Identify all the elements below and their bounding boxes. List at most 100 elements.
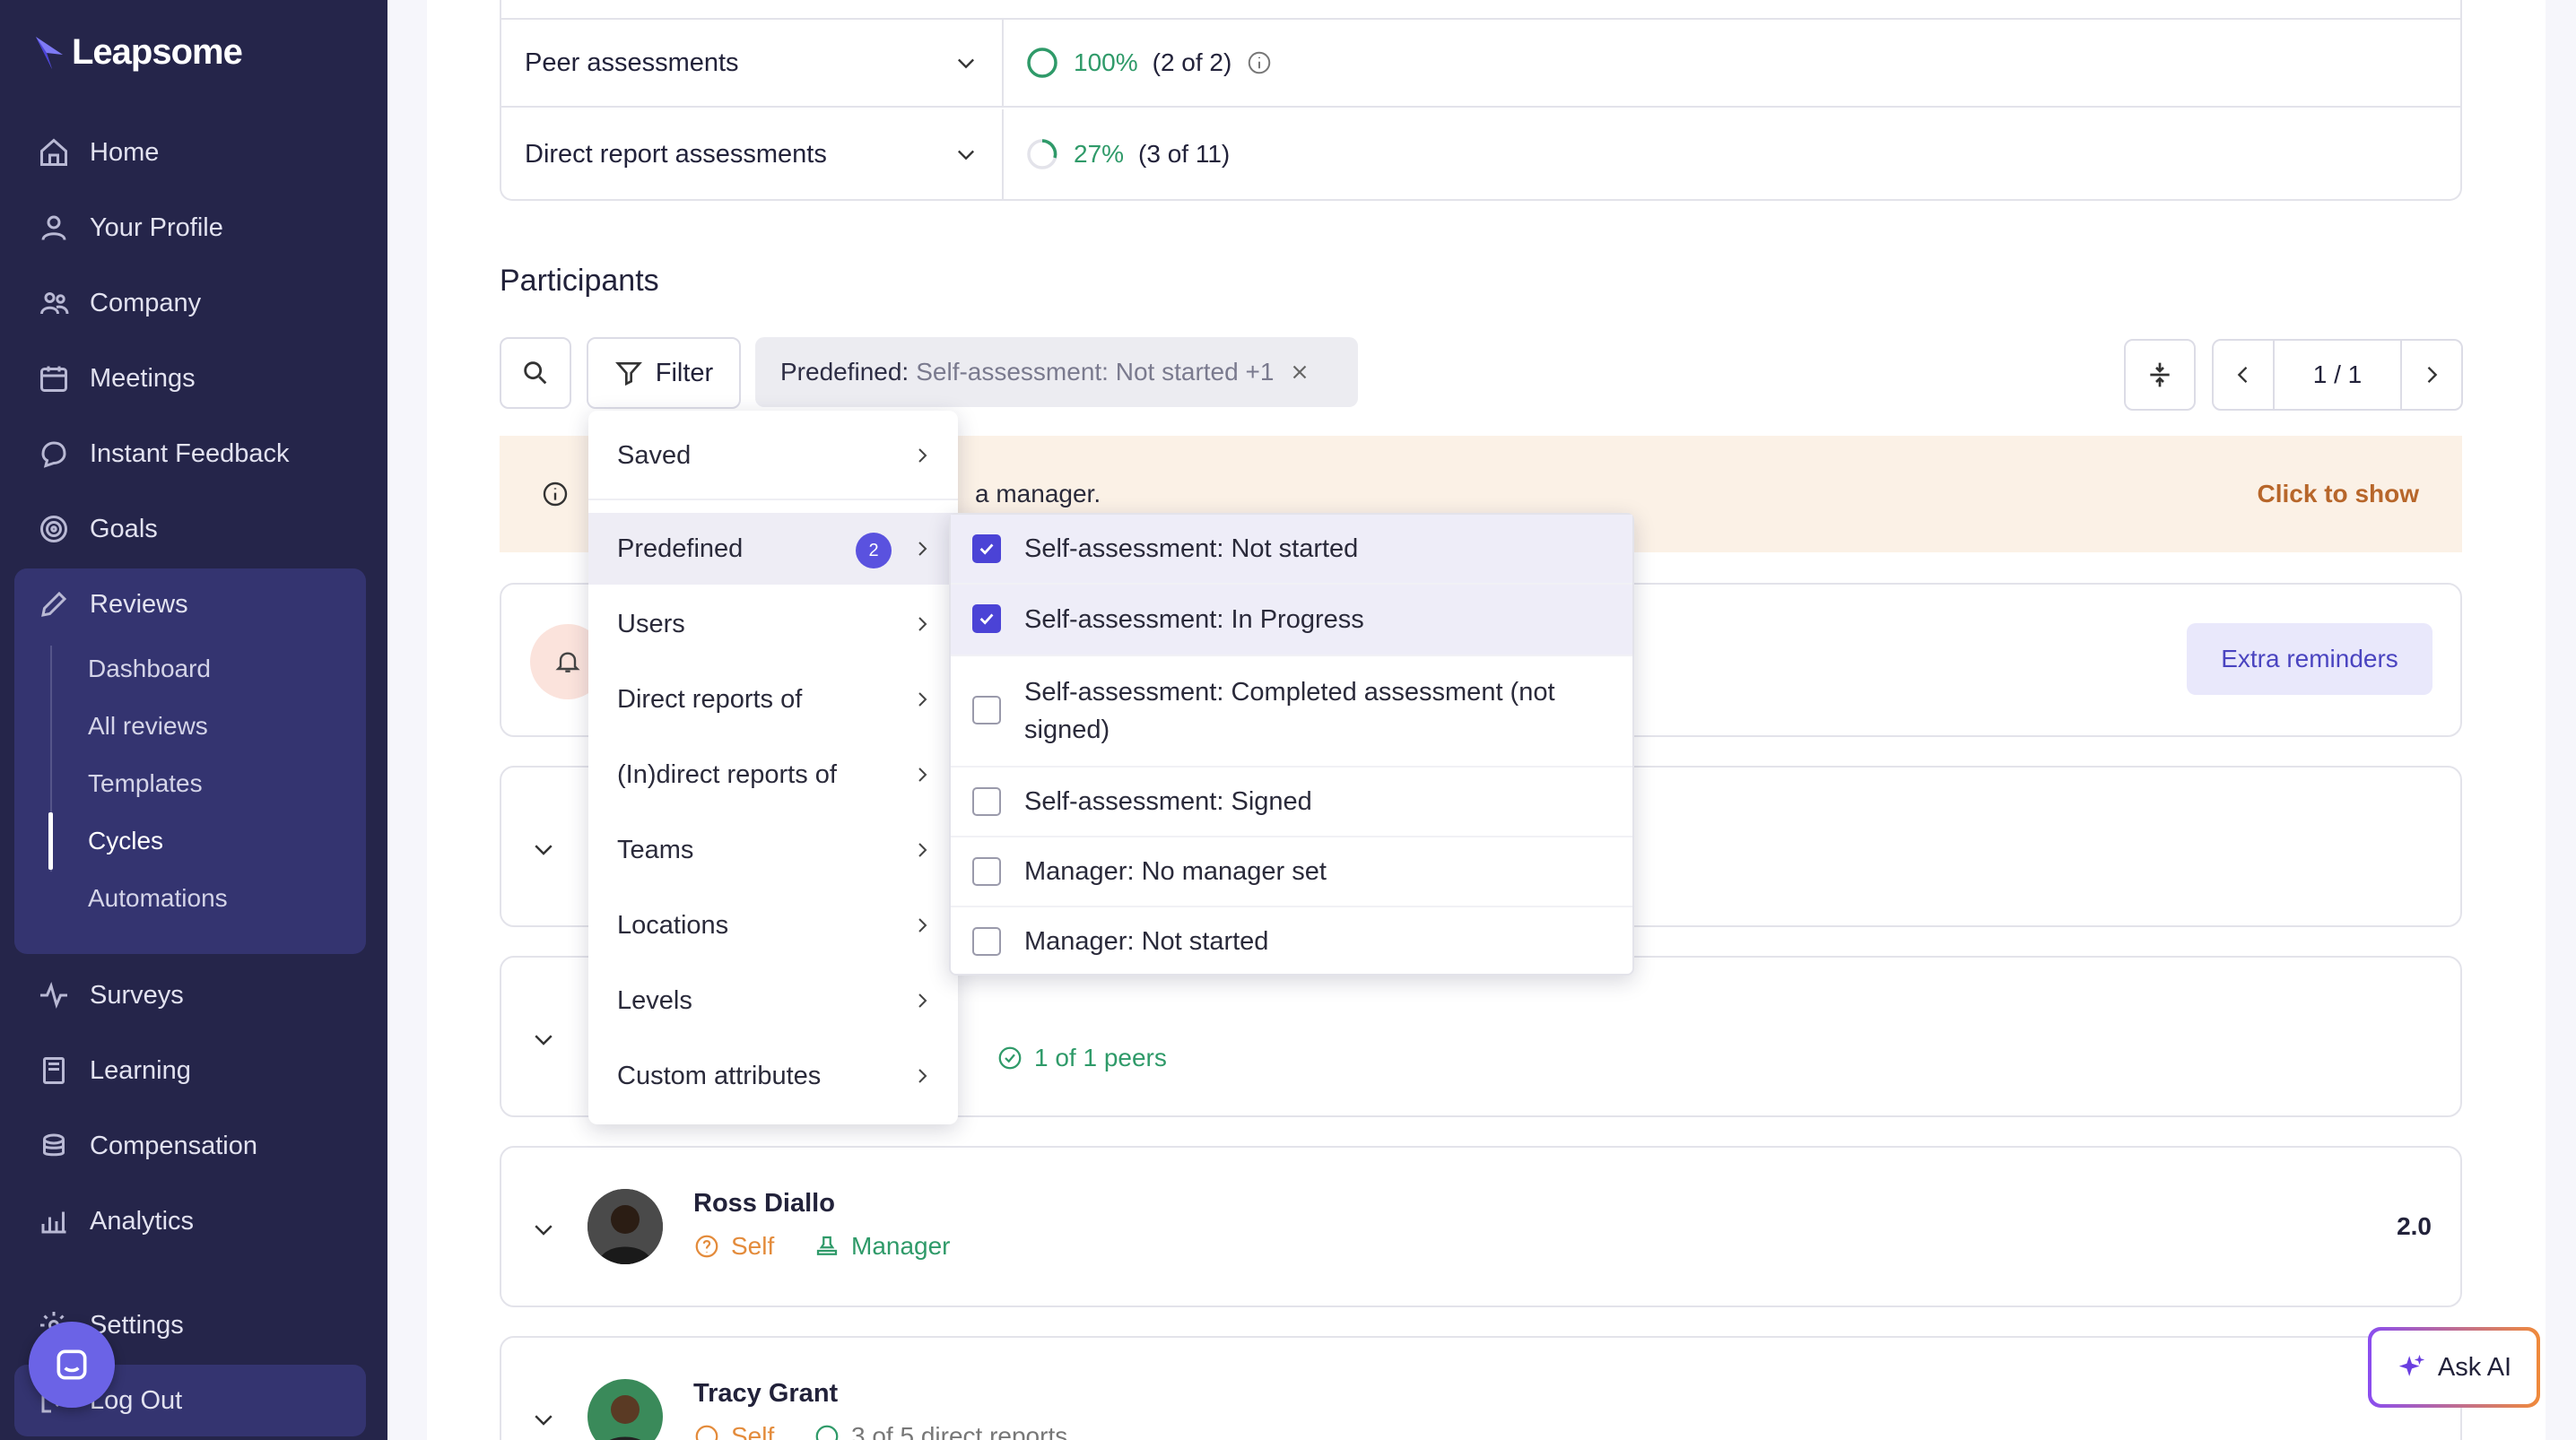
calendar-icon xyxy=(40,366,67,392)
predefined-option[interactable]: Manager: No manager set xyxy=(951,837,1632,907)
sidebar-sub-dashboard[interactable]: Dashboard xyxy=(88,642,211,696)
next-page-button[interactable] xyxy=(2399,341,2461,409)
previous-page-button[interactable] xyxy=(2214,341,2275,409)
menu-item-label: Locations xyxy=(617,910,729,940)
peers-status: 1 of 1 peers xyxy=(996,1044,1167,1072)
sidebar-item-label: Meetings xyxy=(90,363,196,393)
person-avatar-icon xyxy=(587,1379,663,1440)
assessment-label: Peer assessments xyxy=(525,48,739,77)
participant-card-ross-diallo[interactable]: Ross Diallo Self Manager 2.0 xyxy=(500,1146,2462,1307)
filter-menu-item-locations[interactable]: Locations xyxy=(588,889,958,961)
filter-menu-item-teams[interactable]: Teams xyxy=(588,814,958,886)
menu-item-label: Custom attributes xyxy=(617,1061,822,1090)
chat-icon xyxy=(41,441,66,468)
predefined-option[interactable]: Manager: Not started xyxy=(951,907,1632,976)
filter-button[interactable]: Filter xyxy=(587,337,741,409)
predefined-option[interactable]: Self-assessment: Not started xyxy=(951,515,1632,585)
chevron-right-icon xyxy=(918,768,927,782)
sidebar-item-surveys[interactable]: Surveys xyxy=(38,968,184,1022)
info-icon[interactable] xyxy=(1246,49,1273,76)
checkbox-checked[interactable] xyxy=(972,604,1001,633)
sidebar-sub-automations[interactable]: Automations xyxy=(88,872,228,925)
checkbox-checked[interactable] xyxy=(972,534,1001,563)
chevron-right-icon xyxy=(918,918,927,933)
user-icon xyxy=(41,215,66,240)
filter-menu-item-indirect-reports[interactable]: (In)direct reports of xyxy=(588,739,958,811)
support-chat-button[interactable] xyxy=(29,1322,115,1408)
participant-card-tracy-grant[interactable]: Tracy Grant Self 3 of 5 direct reports xyxy=(500,1336,2462,1440)
predefined-option[interactable]: Self-assessment: In Progress xyxy=(951,585,1632,656)
extra-reminders-button[interactable]: Extra reminders xyxy=(2187,623,2432,695)
page-indicator: 1 / 1 xyxy=(2312,360,2363,388)
assessment-count: (2 of 2) xyxy=(1152,48,1232,76)
checkbox-unchecked[interactable] xyxy=(972,927,1001,956)
sidebar-item-home[interactable]: Home xyxy=(38,126,159,179)
checkbox-unchecked[interactable] xyxy=(972,696,1001,724)
sidebar-sub-templates[interactable]: Templates xyxy=(88,757,203,811)
pulse-icon xyxy=(40,982,67,1009)
sidebar-item-analytics[interactable]: Analytics xyxy=(38,1194,194,1248)
sidebar-sub-all-reviews[interactable]: All reviews xyxy=(88,699,208,753)
filter-menu-item-custom-attributes[interactable]: Custom attributes xyxy=(588,1040,958,1112)
chart-icon xyxy=(41,1211,66,1234)
participant-name: Ross Diallo xyxy=(693,1189,835,1218)
sparkle-icon xyxy=(2398,1354,2425,1376)
brand-name: Leapsome xyxy=(72,32,243,72)
collapse-all-button[interactable] xyxy=(2124,339,2196,411)
sidebar-item-company[interactable]: Company xyxy=(38,276,201,330)
self-label: Self xyxy=(731,1232,775,1260)
collapse-icon xyxy=(2150,362,2170,387)
avatar xyxy=(587,1189,663,1264)
filter-menu-item-direct-reports[interactable]: Direct reports of xyxy=(588,664,958,735)
assessment-row-peer: Peer assessments 100% (2 of 2) xyxy=(501,18,2460,108)
filter-menu: Saved Predefined 2 Users Direct reports … xyxy=(588,411,958,1124)
predefined-option[interactable]: Self-assessment: Signed xyxy=(951,768,1632,837)
chat-support-icon xyxy=(57,1349,87,1380)
assessment-type-dropdown[interactable]: Direct report assessments xyxy=(501,109,1004,199)
sidebar-item-profile[interactable]: Your Profile xyxy=(38,201,223,255)
progress-ring-icon xyxy=(1027,139,1057,169)
assessment-progress: 27% (3 of 11) xyxy=(1004,137,1230,171)
option-label: Self-assessment: Completed assessment (n… xyxy=(1024,678,1555,744)
option-label: Manager: Not started xyxy=(1024,927,1269,956)
sidebar-sub-cycles[interactable]: Cycles xyxy=(88,814,163,868)
avatar xyxy=(587,1379,663,1440)
sidebar-item-label: Learning xyxy=(90,1055,191,1085)
sidebar-item-meetings[interactable]: Meetings xyxy=(38,351,196,405)
filter-menu-item-users[interactable]: Users xyxy=(588,588,958,660)
sidebar-item-label: Instant Feedback xyxy=(90,438,290,468)
sidebar-item-reviews[interactable]: Reviews xyxy=(38,577,188,631)
menu-item-label: Levels xyxy=(617,985,692,1015)
chevron-right-icon xyxy=(918,692,927,707)
manager-status: Manager xyxy=(814,1232,951,1261)
sidebar-item-learning[interactable]: Learning xyxy=(38,1044,191,1097)
submenu-active-indicator xyxy=(48,812,53,870)
filter-menu-item-levels[interactable]: Levels xyxy=(588,965,958,1037)
sidebar-item-goals[interactable]: Goals xyxy=(38,502,158,556)
sidebar-item-compensation[interactable]: Compensation xyxy=(38,1119,257,1173)
filter-menu-item-saved[interactable]: Saved xyxy=(588,420,958,491)
checkbox-unchecked[interactable] xyxy=(972,787,1001,816)
checkbox-unchecked[interactable] xyxy=(972,857,1001,886)
chevron-down-icon[interactable] xyxy=(530,1406,557,1433)
chevron-right-icon xyxy=(2427,367,2438,383)
sidebar-item-label: Analytics xyxy=(90,1206,195,1236)
close-icon[interactable] xyxy=(1288,360,1311,384)
ask-ai-button[interactable]: Ask AI xyxy=(2368,1327,2540,1408)
progress-ring-icon xyxy=(1027,48,1057,78)
filter-chip-value: Self-assessment: Not started +1 xyxy=(916,358,1275,386)
click-to-show-link[interactable]: Click to show xyxy=(2258,480,2419,508)
chevron-down-icon[interactable] xyxy=(530,836,557,863)
assessment-type-dropdown[interactable]: Peer assessments xyxy=(501,20,1004,106)
sidebar-item-instant-feedback[interactable]: Instant Feedback xyxy=(38,427,289,481)
filter-menu-item-predefined[interactable]: Predefined 2 xyxy=(588,513,958,585)
chevron-down-icon[interactable] xyxy=(530,1216,557,1243)
direct-reports-status: 3 of 5 direct reports xyxy=(814,1422,1067,1440)
chevron-down-icon[interactable] xyxy=(530,1026,557,1053)
predefined-option[interactable]: Self-assessment: Completed assessment (n… xyxy=(951,656,1632,768)
active-filter-chip[interactable]: Predefined: Self-assessment: Not started… xyxy=(755,337,1358,407)
search-button[interactable] xyxy=(500,337,571,409)
filter-icon xyxy=(614,362,642,386)
leapsome-logo[interactable]: Leapsome xyxy=(34,32,243,73)
sidebar-item-label: Reviews xyxy=(90,589,188,619)
